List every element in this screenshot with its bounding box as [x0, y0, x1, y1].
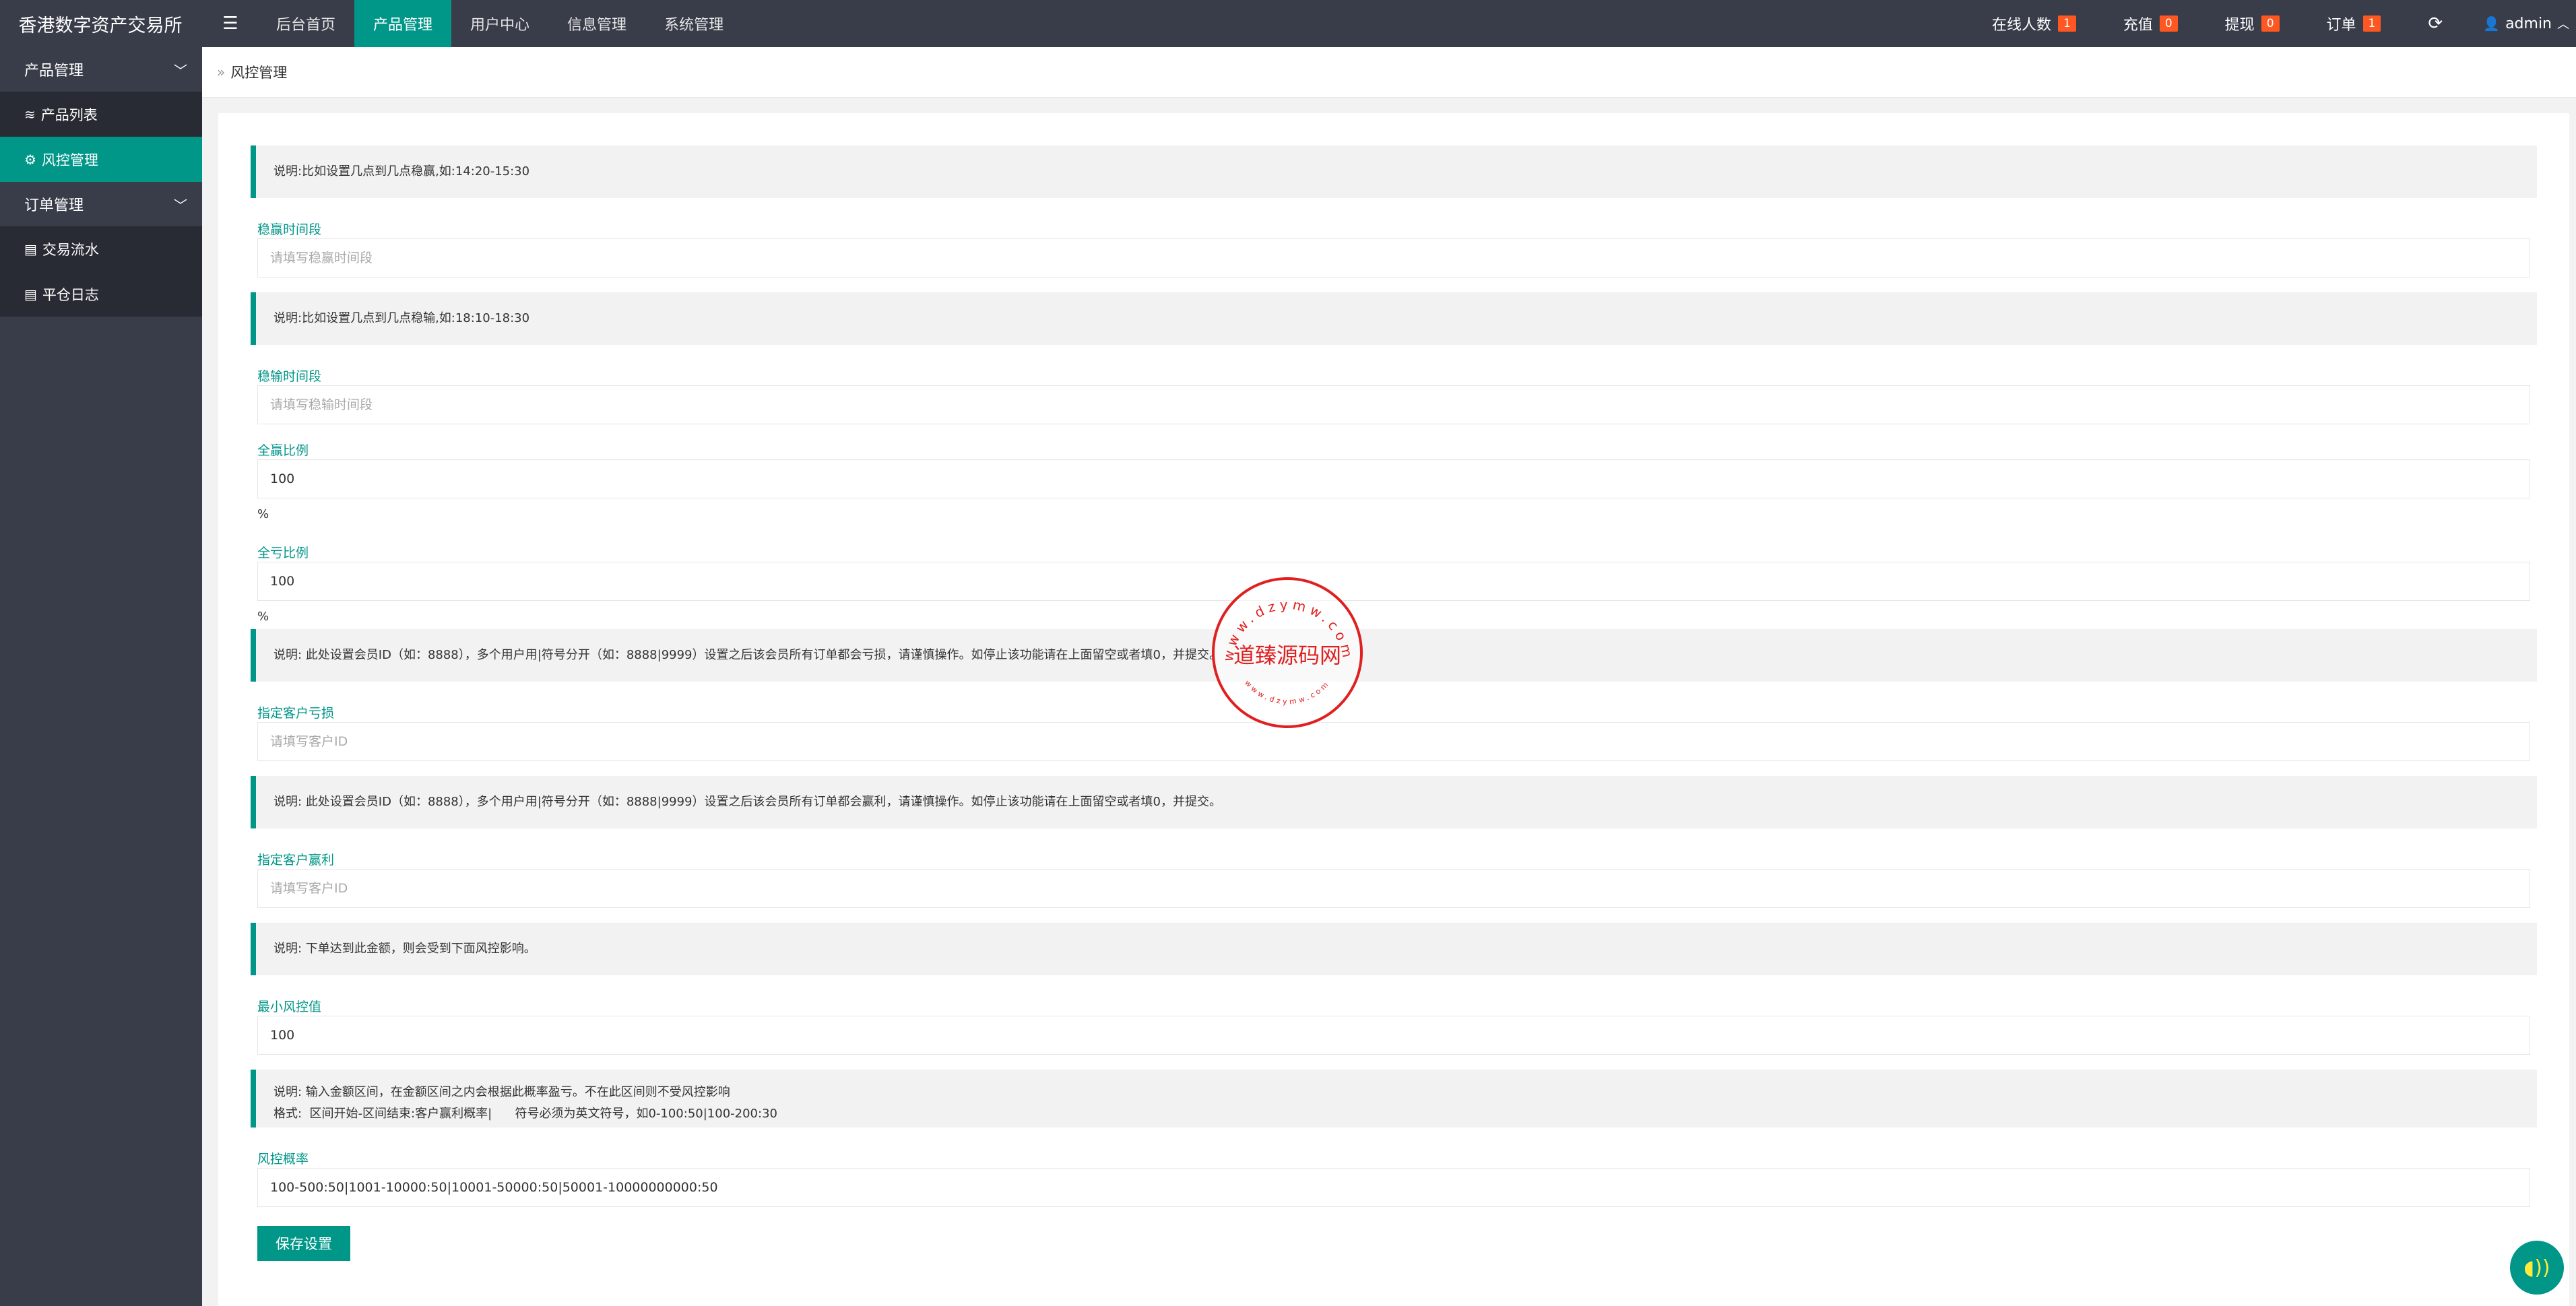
- double-chevron-right-icon: »: [217, 64, 226, 80]
- chevron-down-icon: ﹀: [174, 62, 187, 79]
- breadcrumb-current: 风控管理: [230, 65, 288, 81]
- sidebar-group-orders[interactable]: 订单管理 ﹀: [0, 182, 202, 226]
- label-loss-customers: 指定客户亏损: [257, 706, 335, 721]
- seal-center-text: 道臻源码网: [1233, 643, 1341, 668]
- top-bar: 香港数字资产交易所 ☰ 后台首页 产品管理 用户中心 信息管理 系统管理 在线人…: [0, 0, 2576, 47]
- note-win-period: 说明:比如设置几点到几点稳赢,如:14:20-15:30: [251, 145, 2537, 198]
- label-lose-period: 稳输时间段: [257, 369, 322, 384]
- stat-recharge-badge: 0: [2159, 15, 2178, 32]
- sidebar-item-label: 风控管理: [41, 152, 98, 168]
- layers-icon: ≋: [24, 106, 36, 123]
- nav-item-home[interactable]: 后台首页: [257, 0, 354, 47]
- profit-customers-input[interactable]: [257, 869, 2530, 908]
- note-risk-probability: 说明: 输入金额区间，在金额区间之内会根据此概率盈亏。不在此区间则不受风控影响 …: [251, 1070, 2537, 1128]
- stat-online[interactable]: 在线人数 1: [1992, 13, 2076, 34]
- note-risk-probability-line2: 格式: 区间开始-区间结束:客户赢利概率| 符号必须为英文符号，如0-100:5…: [273, 1107, 777, 1121]
- stat-withdraw-badge: 0: [2261, 15, 2280, 32]
- sound-wave-icon[interactable]: ◖)): [2510, 1241, 2564, 1295]
- user-name: admin: [2505, 15, 2552, 32]
- label-profit-customers: 指定客户赢利: [257, 853, 335, 868]
- note-min-risk: 说明: 下单达到此金额，则会受到下面风控影响。: [251, 923, 2537, 975]
- nav-item-system[interactable]: 系统管理: [645, 0, 742, 47]
- sidebar-item-label: 平仓日志: [42, 286, 99, 303]
- refresh-icon[interactable]: ⟳: [2428, 13, 2443, 34]
- sidebar-item-product-list[interactable]: ≋ 产品列表: [0, 92, 202, 137]
- sidebar-group-products[interactable]: 产品管理 ﹀: [0, 47, 202, 92]
- stat-orders-badge: 1: [2362, 15, 2381, 32]
- stat-orders[interactable]: 订单 1: [2327, 13, 2381, 34]
- note-lose-period: 说明:比如设置几点到几点稳输,如:18:10-18:30: [251, 292, 2537, 345]
- stat-online-label: 在线人数: [1991, 17, 2051, 34]
- label-min-risk: 最小风控值: [257, 1000, 322, 1014]
- sidebar-item-close-log[interactable]: ▤ 平仓日志: [0, 271, 202, 317]
- document-icon: ▤: [24, 240, 37, 257]
- nav-item-info[interactable]: 信息管理: [548, 0, 645, 47]
- all-lose-ratio-input[interactable]: [257, 562, 2530, 601]
- sidebar: 产品管理 ﹀ ≋ 产品列表 ⚙ 风控管理 订单管理 ﹀ ▤ 交易流水 ▤ 平仓日…: [0, 47, 202, 1306]
- note-risk-probability-line1: 说明: 输入金额区间，在金额区间之内会根据此概率盈亏。不在此区间则不受风控影响: [273, 1085, 730, 1099]
- sidebar-group-label: 产品管理: [24, 63, 84, 79]
- content-panel: 说明:比如设置几点到几点稳赢,如:14:20-15:30 稳赢时间段 说明:比如…: [218, 113, 2569, 1306]
- loss-customers-input[interactable]: [257, 722, 2530, 761]
- chevron-up-icon: ︿: [2557, 18, 2569, 32]
- watermark-seal: www.dzymw.com 道臻源码网 www.dzymw.com: [1212, 577, 1363, 728]
- win-period-input[interactable]: [257, 238, 2530, 277]
- stat-recharge-label: 充值: [2123, 17, 2153, 34]
- user-menu[interactable]: 👤 admin ︿: [2483, 15, 2569, 32]
- min-risk-input[interactable]: [257, 1016, 2530, 1055]
- nav-item-products[interactable]: 产品管理: [354, 0, 452, 47]
- label-risk-probability: 风控概率: [257, 1152, 309, 1167]
- risk-probability-input[interactable]: [257, 1168, 2530, 1207]
- top-right-nav: 在线人数 1 充值 0 提现 0 订单 1 ⟳ 👤 admin ︿: [1992, 0, 2576, 47]
- sidebar-item-transactions[interactable]: ▤ 交易流水: [0, 226, 202, 271]
- all-win-ratio-input[interactable]: [257, 459, 2530, 498]
- label-all-win-ratio: 全赢比例: [257, 443, 309, 458]
- stat-online-badge: 1: [2058, 15, 2076, 32]
- stat-recharge[interactable]: 充值 0: [2123, 13, 2178, 34]
- save-settings-button[interactable]: 保存设置: [257, 1226, 350, 1261]
- top-nav: 后台首页 产品管理 用户中心 信息管理 系统管理: [257, 0, 742, 47]
- sidebar-item-label: 交易流水: [42, 241, 99, 258]
- chevron-down-icon: ﹀: [174, 197, 187, 214]
- stat-orders-label: 订单: [2326, 17, 2356, 34]
- gear-icon: ⚙: [24, 151, 36, 168]
- sidebar-item-risk-control[interactable]: ⚙ 风控管理: [0, 137, 202, 182]
- note-profit-customers: 说明: 此处设置会员ID（如：8888），多个用户用|符号分开（如：8888|9…: [251, 776, 2537, 828]
- app-title: 香港数字资产交易所: [18, 15, 183, 36]
- risk-control-form: 说明:比如设置几点到几点稳赢,如:14:20-15:30 稳赢时间段 说明:比如…: [251, 145, 2537, 1261]
- all-win-unit: %: [257, 507, 269, 521]
- lose-period-input[interactable]: [257, 385, 2530, 424]
- breadcrumb: » 风控管理: [202, 47, 2576, 98]
- document-icon: ▤: [24, 286, 37, 302]
- sidebar-group-label: 订单管理: [24, 197, 84, 214]
- stat-withdraw-label: 提现: [2224, 17, 2255, 34]
- note-loss-customers: 说明: 此处设置会员ID（如：8888），多个用户用|符号分开（如：8888|9…: [251, 629, 2537, 682]
- stat-withdraw[interactable]: 提现 0: [2225, 13, 2280, 34]
- user-icon: 👤: [2483, 15, 2501, 32]
- nav-item-users[interactable]: 用户中心: [451, 0, 548, 47]
- label-win-period: 稳赢时间段: [257, 222, 322, 237]
- hamburger-icon[interactable]: ☰: [210, 0, 251, 47]
- label-all-lose-ratio: 全亏比例: [257, 546, 309, 560]
- sidebar-item-label: 产品列表: [40, 106, 98, 123]
- all-lose-unit: %: [257, 610, 269, 624]
